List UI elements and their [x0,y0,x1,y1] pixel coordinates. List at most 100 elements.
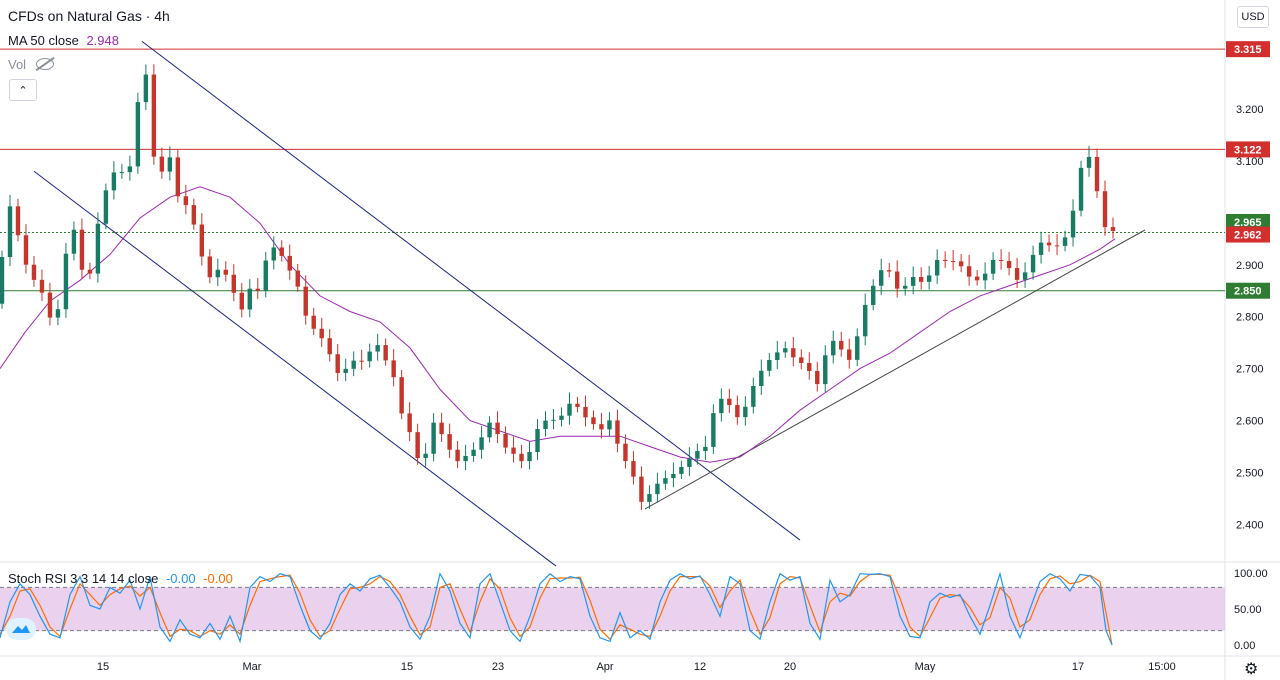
candle-body [511,447,516,454]
candle-body [263,260,268,291]
candle-body [966,266,972,277]
candle-body [950,261,956,263]
candle-body [575,403,580,407]
candle-body [958,261,964,267]
candle-body [679,466,684,474]
price-tag-text: 3.122 [1234,144,1262,156]
candle-body [1030,254,1036,273]
candle-body [1070,210,1076,238]
candle-body [487,422,492,438]
candle-body [855,336,860,360]
candle-body [743,406,748,418]
candle-body [559,415,564,420]
symbol-title[interactable]: CFDs on Natural Gas · 4h [8,8,170,24]
candle-body [55,309,61,318]
stoch-rsi-label: Stoch RSI 3 3 14 14 close [8,571,159,586]
candle-body [79,229,85,270]
candle-body [543,420,548,430]
candle-body [671,473,676,479]
collapse-legend-button[interactable]: ⌃ [9,79,37,101]
candle-body [207,256,213,278]
channel-lower-line [33,170,557,567]
candle-body [918,276,924,282]
volume-legend[interactable]: Vol [8,57,54,72]
candle-body [615,420,620,444]
candle-body [295,270,300,287]
candle-body [1062,237,1068,246]
tradingview-logo-icon[interactable] [6,618,36,640]
gear-icon[interactable]: ⚙ [1244,659,1258,679]
candle-body [735,405,740,418]
candle-body [607,420,612,430]
candle-body [863,304,868,337]
candle-body [463,455,468,462]
eye-hidden-icon[interactable] [35,58,54,70]
candle-body [319,328,324,339]
candle-body [711,413,716,447]
candle-body [831,340,836,356]
stoch-tick-label: 50.00 [1234,604,1262,616]
ma-50-line [0,186,1116,463]
stoch-rsi-band [0,587,1225,631]
candle-body [271,247,276,261]
candle-body [775,352,780,361]
candle-body [407,413,412,433]
time-tick-label: Mar [243,661,262,673]
candle-body [807,362,812,372]
candle-body [479,437,484,450]
candle-body [199,224,205,257]
candle-body [783,348,788,353]
candle-body [159,156,165,172]
candle-body [95,223,101,274]
candle-body [239,292,244,310]
candle-body [183,196,189,206]
currency-button[interactable]: USD [1237,6,1269,28]
candle-body [15,206,21,236]
stoch-rsi-legend[interactable]: Stoch RSI 3 3 14 14 close -0.00 -0.00 [8,571,233,586]
candle-body [455,449,460,462]
candle-body [327,338,332,355]
chevron-up-icon: ⌃ [18,84,28,97]
candle-body [791,348,796,358]
candle-body [1014,268,1020,280]
candle-body [127,166,133,173]
candle-body [934,259,940,276]
candle-body [1086,156,1092,168]
time-tick-label: 15:00 [1148,661,1176,673]
candle-body [495,422,500,435]
price-tick-label: 2.700 [1236,364,1264,376]
candle-body [519,453,524,462]
time-tick-label: 15 [401,661,413,673]
candle-body [1046,242,1052,246]
candle-body [71,229,77,254]
candle-body [599,424,604,430]
candle-body [39,279,45,293]
candle-body [47,292,53,318]
candle-body [902,285,908,289]
candle-body [383,345,388,361]
candle-body [231,274,236,293]
price-tick-label: 2.400 [1236,520,1264,532]
candle-body [639,476,644,502]
time-tick-label: Apr [596,661,613,673]
candle-body [255,288,260,291]
candle-body [591,417,596,425]
candle-body [223,269,228,275]
candle-body [631,461,636,477]
stoch-tick-label: 0.00 [1234,640,1255,652]
candle-body [879,270,884,286]
candle-body [31,264,37,280]
candle-body [982,273,988,281]
candle-body [431,422,436,454]
candle-body [567,403,572,416]
candle-body [583,406,588,418]
candle-body [1006,260,1012,269]
candle-body [847,349,852,360]
price-tick-label: 2.500 [1236,468,1264,480]
candle-body [887,270,892,272]
candle-body [135,102,141,167]
ma-legend[interactable]: MA 50 close 2.948 [8,33,119,48]
candle-body [767,360,772,371]
candle-body [719,398,724,414]
candle-body [447,434,452,450]
